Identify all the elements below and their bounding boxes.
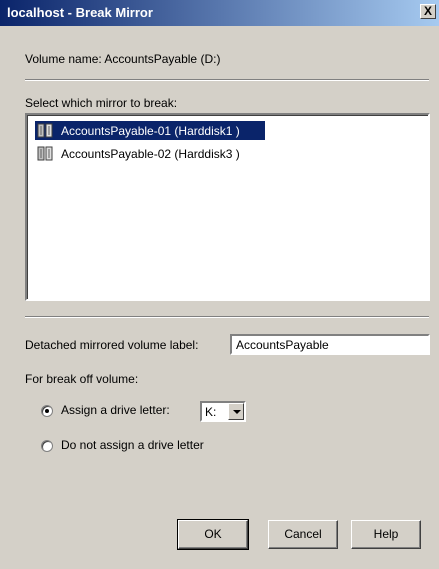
help-button[interactable]: Help (351, 520, 421, 549)
mirror-item-label: AccountsPayable-01 (Harddisk1 ) (61, 123, 240, 138)
detached-label-value: AccountsPayable (236, 338, 329, 352)
window-title: localhost - Break Mirror (7, 5, 153, 20)
ok-button-label: OK (204, 527, 222, 541)
no-drive-letter-label[interactable]: Do not assign a drive letter (61, 438, 204, 452)
close-button[interactable]: X (420, 4, 436, 19)
mirror-disk-icon (37, 122, 57, 139)
ok-button[interactable]: OK (177, 519, 249, 550)
radio-selected-dot (45, 409, 49, 413)
volume-name-label: Volume name: AccountsPayable (D:) (25, 52, 221, 66)
drive-letter-select[interactable]: K: (200, 401, 246, 422)
break-off-label: For break off volume: (25, 372, 139, 386)
break-mirror-dialog: localhost - Break Mirror X Volume name: … (0, 0, 439, 569)
detached-label-input[interactable]: AccountsPayable (230, 334, 430, 355)
mirror-disk-icon (37, 145, 57, 162)
no-drive-letter-radio[interactable] (41, 440, 53, 452)
close-icon: X (423, 4, 432, 18)
chevron-down-icon[interactable] (228, 403, 244, 420)
title-bar[interactable]: localhost - Break Mirror X (0, 0, 439, 26)
separator (25, 316, 429, 318)
assign-drive-letter-label[interactable]: Assign a drive letter: (61, 403, 170, 417)
mirror-list-label: Select which mirror to break: (25, 96, 178, 110)
assign-drive-letter-radio[interactable] (41, 405, 53, 417)
cancel-button-label: Cancel (284, 527, 322, 541)
help-button-label: Help (373, 527, 399, 541)
mirror-list-item-2[interactable]: AccountsPayable-02 (Harddisk3 ) (35, 144, 265, 163)
detached-label-caption: Detached mirrored volume label: (25, 338, 199, 352)
cancel-button[interactable]: Cancel (268, 520, 338, 549)
mirror-list-item-1[interactable]: AccountsPayable-01 (Harddisk1 ) (35, 121, 265, 140)
mirror-item-label: AccountsPayable-02 (Harddisk3 ) (61, 146, 240, 161)
mirror-listbox[interactable]: AccountsPayable-01 (Harddisk1 ) Accounts… (25, 113, 430, 301)
drive-letter-value: K: (205, 405, 217, 419)
separator (25, 79, 429, 81)
